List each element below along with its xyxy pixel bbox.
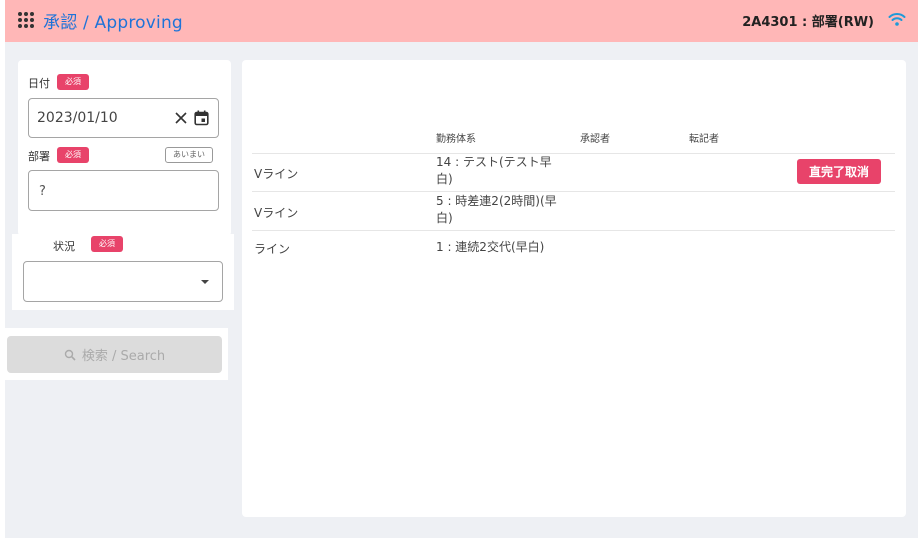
date-input[interactable]: 2023/01/10 bbox=[28, 98, 219, 138]
column-header-transcriber: 転記者 bbox=[689, 134, 719, 145]
search-panel: 検索 / Search bbox=[0, 328, 228, 380]
department-value: ? bbox=[39, 184, 46, 199]
results-table: 勤務体系 承認者 転記者 Vライン 14 : テスト(テスト早白) 直完了取消 … bbox=[242, 60, 906, 517]
search-button[interactable]: 検索 / Search bbox=[7, 336, 222, 373]
row-divider bbox=[252, 230, 895, 231]
search-button-label: 検索 / Search bbox=[81, 349, 166, 364]
dropdown-arrow-icon bbox=[201, 280, 209, 284]
date-label: 日付 bbox=[28, 77, 50, 90]
status-required-badge: 必須 bbox=[91, 236, 123, 252]
shift-cell: 1 : 連続2交代(早白) bbox=[436, 240, 545, 254]
wifi-icon bbox=[888, 13, 906, 26]
line-cell: Vライン bbox=[254, 167, 299, 181]
column-header-shift: 勤務体系 bbox=[436, 134, 476, 145]
user-department-label: 2A4301 : 部署(RW) bbox=[742, 15, 874, 30]
table-row: Vライン 5 : 時差連2(2時間)(早白) bbox=[252, 193, 895, 231]
page-title: 承認 / Approving bbox=[43, 13, 183, 33]
shift-cell: 14 : テスト(テスト早白) bbox=[436, 155, 552, 186]
status-label: 状況 bbox=[53, 240, 75, 253]
shift-cell: 5 : 時差連2(2時間)(早白) bbox=[436, 194, 557, 225]
fuzzy-match-toggle[interactable]: あいまい bbox=[165, 147, 213, 163]
table-row: Vライン 14 : テスト(テスト早白) 直完了取消 bbox=[252, 154, 895, 192]
search-icon bbox=[64, 349, 76, 361]
clear-icon[interactable] bbox=[174, 111, 188, 125]
department-label: 部署 bbox=[28, 150, 50, 163]
row-divider bbox=[252, 191, 895, 192]
date-required-badge: 必須 bbox=[57, 74, 89, 90]
cancel-completion-button[interactable]: 直完了取消 bbox=[797, 159, 882, 184]
status-select[interactable] bbox=[23, 261, 223, 302]
date-value: 2023/01/10 bbox=[37, 110, 118, 126]
column-header-approver: 承認者 bbox=[580, 134, 610, 145]
department-required-badge: 必須 bbox=[57, 147, 89, 163]
status-panel: 状況 必須 bbox=[12, 234, 234, 310]
line-cell: ライン bbox=[254, 242, 291, 256]
calendar-icon[interactable] bbox=[194, 110, 209, 126]
department-input[interactable]: ? bbox=[28, 170, 219, 211]
search-form-panel: 日付 必須 2023/01/10 部署 必須 あいまい ? bbox=[18, 60, 231, 236]
apps-grid-icon[interactable] bbox=[18, 12, 35, 29]
table-row: ライン 1 : 連続2交代(早白) bbox=[252, 232, 895, 270]
app-header: 承認 / Approving 2A4301 : 部署(RW) bbox=[5, 0, 918, 42]
line-cell: Vライン bbox=[254, 206, 299, 220]
